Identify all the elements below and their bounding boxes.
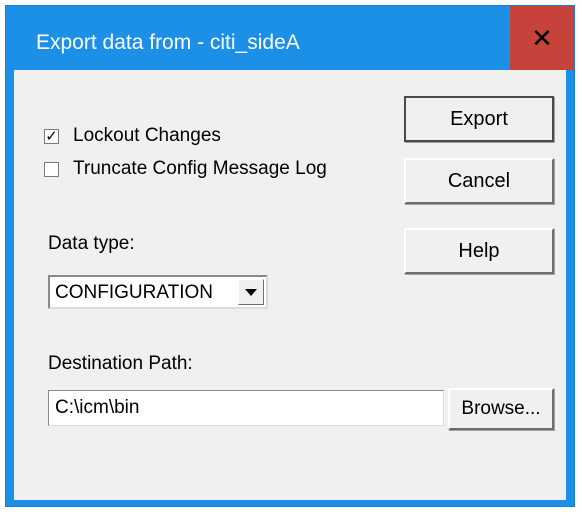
destination-path-label: Destination Path:	[48, 353, 193, 374]
lockout-changes-option[interactable]: ✓ Lockout Changes	[44, 125, 221, 147]
title-bar[interactable]: Export data from - citi_sideA ✕	[6, 6, 574, 70]
data-type-select[interactable]: CONFIGURATION	[48, 275, 268, 309]
truncate-log-option[interactable]: Truncate Config Message Log	[44, 158, 327, 180]
close-icon: ✕	[531, 23, 553, 53]
data-type-selected-value: CONFIGURATION	[55, 282, 213, 303]
truncate-log-label: Truncate Config Message Log	[73, 158, 327, 179]
export-dialog: Export data from - citi_sideA ✕ ✓ Lockou…	[5, 5, 575, 507]
lockout-changes-label: Lockout Changes	[73, 125, 221, 146]
lockout-changes-checkbox[interactable]: ✓	[44, 127, 59, 145]
dropdown-arrow-button[interactable]	[238, 279, 264, 305]
export-button[interactable]: Export	[404, 96, 554, 142]
dialog-title: Export data from - citi_sideA	[36, 31, 300, 54]
data-type-label: Data type:	[48, 233, 135, 254]
help-button[interactable]: Help	[404, 228, 554, 274]
checkmark-icon: ✓	[45, 127, 58, 145]
destination-path-input[interactable]	[48, 390, 444, 426]
dialog-body: ✓ Lockout Changes Truncate Config Messag…	[14, 70, 566, 500]
close-button[interactable]: ✕	[510, 6, 574, 70]
truncate-log-checkbox[interactable]	[44, 161, 59, 177]
cancel-button[interactable]: Cancel	[404, 158, 554, 204]
dropdown-arrow-icon	[245, 288, 257, 296]
browse-button[interactable]: Browse...	[448, 388, 554, 430]
